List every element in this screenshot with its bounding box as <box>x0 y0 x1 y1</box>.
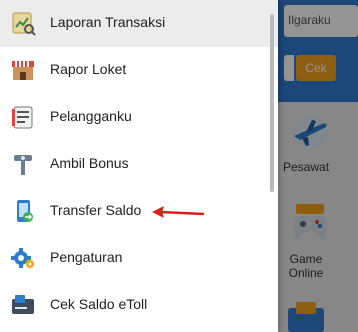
menu-item-transfer-saldo[interactable]: Transfer Saldo <box>0 188 278 235</box>
red-arrow-icon <box>152 206 205 218</box>
menu-item-rapor-loket[interactable]: Rapor Loket <box>0 47 278 94</box>
menu-label-transfer-saldo: Transfer Saldo <box>50 202 142 218</box>
menu-item-pengaturan[interactable]: Pengaturan <box>0 235 278 282</box>
menu-label-rapor-loket: Rapor Loket <box>50 61 127 77</box>
bonus-pin-icon <box>10 151 36 177</box>
store-icon <box>10 57 36 83</box>
gear-icon <box>10 245 36 271</box>
menu-item-cek-saldo-etoll[interactable]: Cek Saldo eToll <box>0 282 278 329</box>
customer-list-icon <box>10 104 36 130</box>
navigation-drawer: Laporan Transaksi Rapor Loket Pelanggank… <box>0 0 278 332</box>
report-chart-icon <box>10 10 36 36</box>
menu-item-pelangganku[interactable]: Pelangganku <box>0 94 278 141</box>
menu-item-laporan-transaksi[interactable]: Laporan Transaksi <box>0 0 278 47</box>
menu-label-laporan-transaksi: Laporan Transaksi <box>50 14 166 30</box>
menu-label-ambil-bonus: Ambil Bonus <box>50 155 129 171</box>
phone-transfer-icon <box>10 198 36 224</box>
menu-label-pelangganku: Pelangganku <box>50 108 132 124</box>
menu-label-pengaturan: Pengaturan <box>50 249 123 265</box>
menu-label-cek-saldo-etoll: Cek Saldo eToll <box>50 296 148 312</box>
menu-item-ambil-bonus[interactable]: Ambil Bonus <box>0 141 278 188</box>
etoll-card-icon <box>10 292 36 318</box>
drawer-scrollbar[interactable] <box>270 14 274 192</box>
